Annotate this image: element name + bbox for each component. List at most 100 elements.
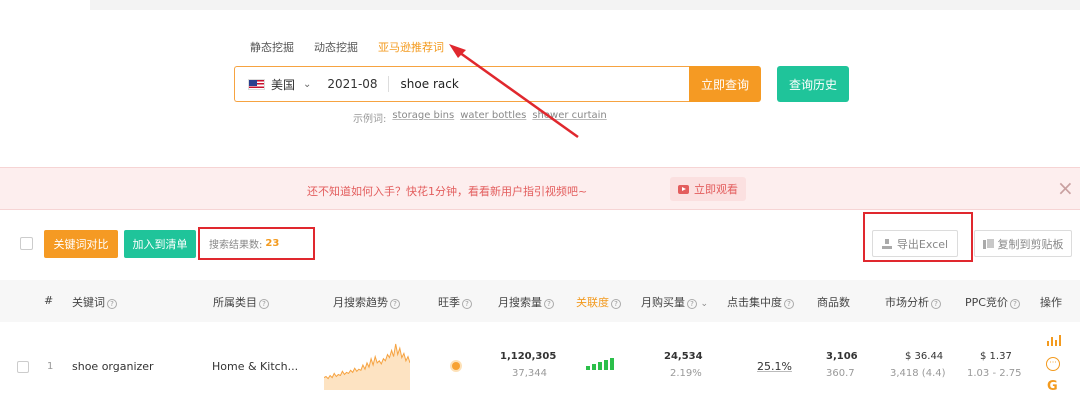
help-icon[interactable]: ? <box>1009 299 1020 309</box>
help-icon[interactable]: ? <box>259 299 269 309</box>
search-input[interactable]: shoe rack <box>401 77 459 91</box>
col-keyword[interactable]: 关键词? <box>72 294 117 310</box>
select-all-checkbox[interactable] <box>20 237 33 250</box>
help-icon[interactable]: ? <box>687 299 697 309</box>
country-select[interactable]: 美国 <box>271 76 295 93</box>
mode-tabs: 静态挖掘 动态挖掘 亚马逊推荐词 <box>250 39 464 59</box>
col-monthly-search-label: 月搜索量 <box>498 296 542 309</box>
col-search-trend[interactable]: 月搜索趋势? <box>333 294 400 310</box>
more-options-icon[interactable]: ··· <box>1046 357 1060 371</box>
col-product-count: 商品数 <box>817 296 850 309</box>
add-to-list-button[interactable]: 加入到清单 <box>124 230 196 258</box>
search-divider <box>387 76 389 92</box>
tab-amazon-recommend[interactable]: 亚马逊推荐词 <box>378 39 444 59</box>
row-ppc-range: 1.03 - 2.75 <box>967 368 1022 379</box>
help-icon[interactable]: ? <box>107 299 117 309</box>
help-icon[interactable]: ? <box>611 299 621 309</box>
row-click-concentration[interactable]: 25.1% <box>757 360 792 373</box>
table-row: 1 shoe organizer Home & Kitch... 1,120,3… <box>0 322 1080 400</box>
col-market-analysis[interactable]: 市场分析? <box>885 294 941 310</box>
row-ppc: $ 1.37 <box>980 351 1012 362</box>
download-icon <box>881 238 892 249</box>
date-select[interactable]: 2021-08 <box>327 77 377 91</box>
relevance-bar <box>604 360 608 370</box>
row-checkbox[interactable] <box>17 361 29 373</box>
col-peak-season-label: 旺季 <box>438 296 460 309</box>
watch-video-button[interactable]: 立即观看 <box>670 177 746 201</box>
bar-chart-icon-bar <box>1055 340 1057 346</box>
col-click-concentration[interactable]: 点击集中度? <box>727 294 794 310</box>
close-icon[interactable]: × <box>1057 176 1074 200</box>
relevance-signal-icon <box>586 358 614 370</box>
tab-static-mining[interactable]: 静态挖掘 <box>250 39 294 59</box>
col-actions: 操作 <box>1040 296 1062 309</box>
copy-clipboard-label: 复制到剪贴板 <box>997 237 1064 251</box>
col-relevance-label: 关联度 <box>576 296 609 309</box>
peak-season-sun-icon <box>452 362 460 370</box>
row-market-price: $ 36.44 <box>905 351 944 362</box>
example-link[interactable]: shower curtain <box>532 110 606 125</box>
bar-chart-icon-bar <box>1047 341 1049 346</box>
bar-chart-icon[interactable] <box>1047 334 1061 346</box>
help-icon[interactable]: ? <box>784 299 794 309</box>
col-category[interactable]: 所属类目? <box>213 294 269 310</box>
watch-video-label: 立即观看 <box>694 183 738 196</box>
relevance-bar <box>610 358 614 370</box>
search-bar: 美国 ⌄ 2021-08 shoe rack <box>234 66 689 102</box>
copy-clipboard-button[interactable]: 复制到剪贴板 <box>974 230 1072 257</box>
banner-text: 还不知道如何入手？快花1分钟，看看新用户指引视频吧~ <box>307 185 588 198</box>
help-icon[interactable]: ? <box>931 299 941 309</box>
col-ppc-label: PPC竞价 <box>965 296 1008 309</box>
example-keywords: 示例词: storage bins water bottles shower c… <box>353 110 607 125</box>
search-button[interactable]: 立即查询 <box>689 66 761 102</box>
col-ppc[interactable]: PPC竞价? <box>965 294 1020 310</box>
col-monthly-purchase[interactable]: 月购买量? ⌄ <box>641 294 708 310</box>
relevance-bar <box>598 362 602 370</box>
col-monthly-search[interactable]: 月搜索量? <box>498 294 554 310</box>
tutorial-banner: 还不知道如何入手？快花1分钟，看看新用户指引视频吧~ 立即观看 × <box>0 167 1080 210</box>
top-tab-cap <box>0 0 90 10</box>
row-market-sub: 3,418 (4.4) <box>890 368 946 379</box>
search-trend-sparkline[interactable] <box>324 340 410 390</box>
help-icon[interactable]: ? <box>390 299 400 309</box>
bar-chart-icon-bar <box>1051 337 1053 346</box>
help-icon[interactable]: ? <box>462 299 472 309</box>
row-product-count: 3,106 <box>826 351 858 362</box>
bar-chart-icon-bar <box>1059 335 1061 346</box>
chevron-down-icon[interactable]: ⌄ <box>303 79 311 90</box>
table-header: # 关键词? 所属类目? 月搜索趋势? 旺季? 月搜索量? 关联度? 月购买量?… <box>0 280 1080 322</box>
example-link[interactable]: storage bins <box>392 110 454 125</box>
col-market-analysis-label: 市场分析 <box>885 296 929 309</box>
us-flag-icon <box>248 78 265 90</box>
row-monthly-search: 1,120,305 <box>500 351 557 362</box>
col-peak-season[interactable]: 旺季? <box>438 294 472 310</box>
keyword-compare-button[interactable]: 关键词对比 <box>44 230 118 258</box>
example-link[interactable]: water bottles <box>460 110 526 125</box>
result-count-box: 搜索结果数: 23 <box>198 227 315 260</box>
sort-chevron-icon[interactable]: ⌄ <box>701 299 709 309</box>
history-button[interactable]: 查询历史 <box>777 66 849 102</box>
row-category: Home & Kitch... <box>212 360 299 373</box>
google-search-icon[interactable]: G <box>1047 379 1058 394</box>
top-strip <box>0 0 1080 10</box>
result-count-value: 23 <box>265 238 280 249</box>
tab-dynamic-mining[interactable]: 动态挖掘 <box>314 39 358 59</box>
col-index: # <box>44 294 54 307</box>
video-play-icon <box>678 184 689 194</box>
result-count-label: 搜索结果数: <box>209 240 263 251</box>
col-monthly-purchase-label: 月购买量 <box>641 296 685 309</box>
relevance-bar <box>592 364 596 370</box>
export-excel-button[interactable]: 导出Excel <box>872 230 958 257</box>
row-purchase-rate: 2.19% <box>670 368 702 379</box>
help-icon[interactable]: ? <box>544 299 554 309</box>
row-index: 1 <box>47 361 54 372</box>
row-product-count-sub: 360.7 <box>826 368 855 379</box>
row-keyword[interactable]: shoe organizer <box>72 360 154 373</box>
examples-label: 示例词: <box>353 114 387 125</box>
row-monthly-search-sub: 37,344 <box>512 368 547 379</box>
col-relevance[interactable]: 关联度? <box>576 294 621 310</box>
relevance-bar <box>586 366 590 370</box>
col-category-label: 所属类目 <box>213 296 257 309</box>
export-excel-label: 导出Excel <box>896 237 949 251</box>
col-search-trend-label: 月搜索趋势 <box>333 296 388 309</box>
